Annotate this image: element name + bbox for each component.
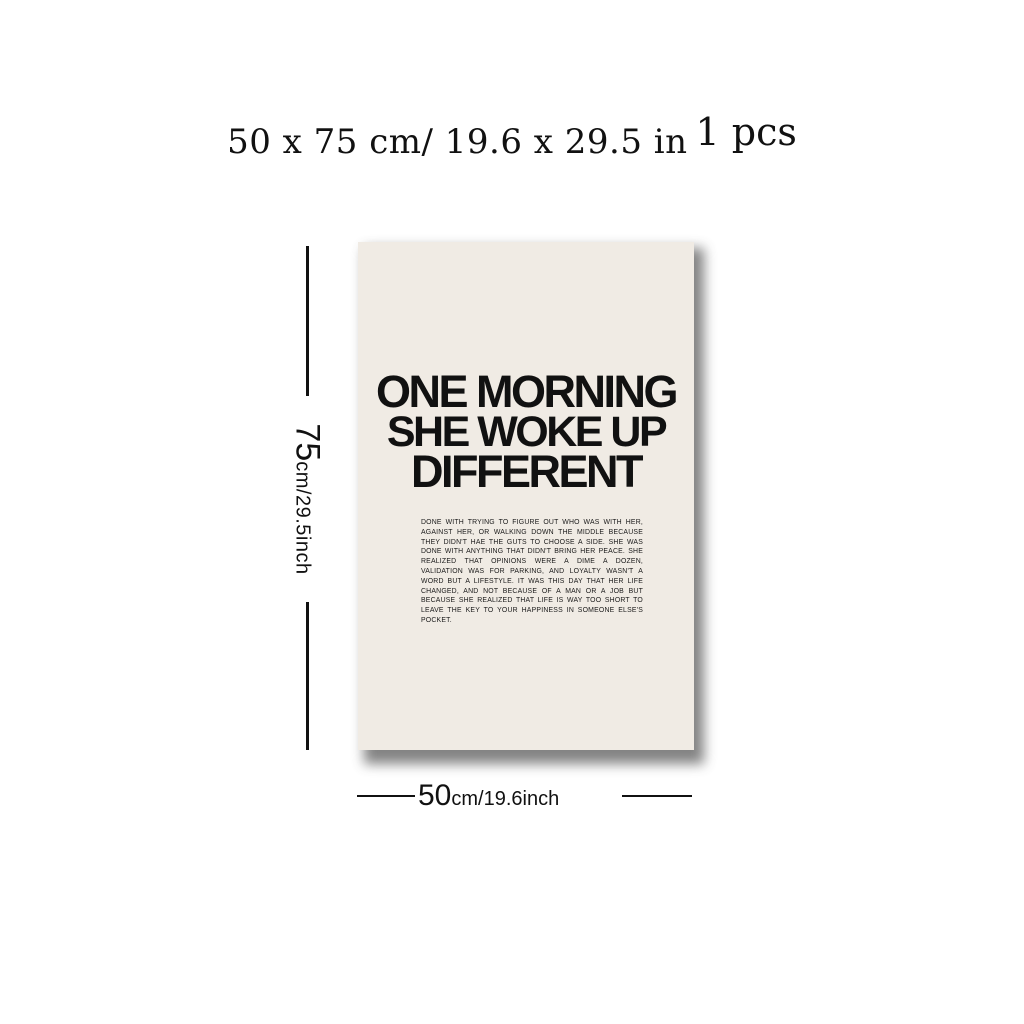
width-number: 50 <box>418 779 452 812</box>
height-number: 75 <box>288 423 327 462</box>
poster-title-line: ONE MORNING <box>375 366 679 417</box>
poster-body-text: DONE WITH TRYING TO FIGURE OUT WHO WAS W… <box>421 519 643 624</box>
width-dimension-line-right <box>622 795 692 797</box>
quantity-text: 1 pcs <box>695 110 797 154</box>
size-caption: 50 x 75 cm/ 19.6 x 29.5 in 1 pcs <box>0 110 1024 162</box>
width-label: 50cm/19.6inch <box>418 779 618 813</box>
height-label: 75cm/29.5inch <box>288 423 327 574</box>
poster-title: ONE MORNING SHE WOKE UP DIFFERENT <box>358 366 694 497</box>
height-dimension-line-top <box>306 246 309 396</box>
height-unit: cm/29.5inch <box>291 461 314 575</box>
product-size-diagram: 50 x 75 cm/ 19.6 x 29.5 in 1 pcs 75cm/29.… <box>0 0 1024 1024</box>
height-dimension-line-bottom <box>306 602 309 750</box>
poster: ONE MORNING SHE WOKE UP DIFFERENT DONE W… <box>358 242 694 750</box>
poster-title-line: DIFFERENT <box>411 446 644 497</box>
size-dimensions-text: 50 x 75 cm/ 19.6 x 29.5 in <box>227 122 688 162</box>
width-dimension-line-left <box>357 795 415 797</box>
width-unit: cm/19.6inch <box>451 788 560 810</box>
